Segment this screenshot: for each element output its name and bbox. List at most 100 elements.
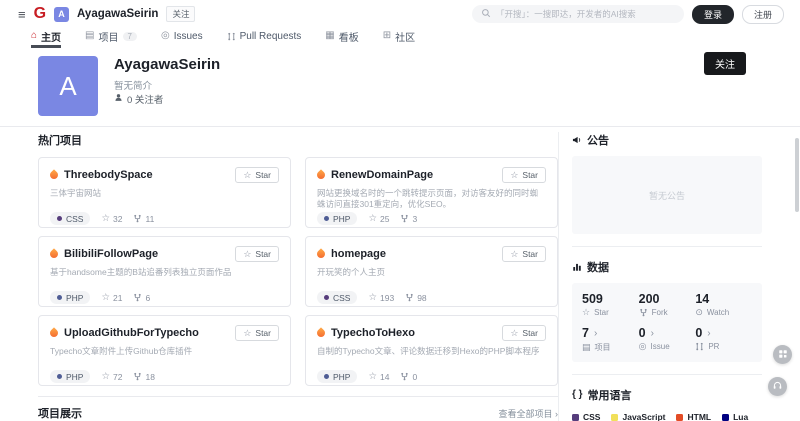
flame-icon	[315, 169, 326, 180]
project-name[interactable]: homepage	[331, 248, 496, 260]
star-button[interactable]: ☆Star	[235, 246, 279, 262]
project-card[interactable]: TypechoToHexo ☆Star 自制的Typecho文章、评论数据迁移到…	[305, 315, 558, 386]
stat-prs[interactable]: 0› PR	[695, 326, 752, 353]
follow-button[interactable]: 关注	[704, 52, 746, 75]
languages-legend: CSS JavaScript HTML Lua PHP	[572, 412, 762, 421]
star-button[interactable]: ☆Star	[235, 167, 279, 183]
tab-pull-requests[interactable]: Pull Requests	[227, 28, 302, 48]
language-badge: CSS	[317, 291, 357, 304]
profile-sidebar: 公告 暂无公告 数据 509 ☆Star 200 Fork 14 ⊙Watch	[558, 132, 762, 421]
profile-tab-bar: ⌂ 主页 ▤ 项目 7 ◎ Issues Pull Requests ▦ 看板 …	[0, 28, 800, 48]
star-icon: ☆	[243, 250, 251, 259]
project-card[interactable]: UploadGithubForTypecho ☆Star Typecho文章附件…	[38, 315, 291, 386]
project-card[interactable]: homepage ☆Star 开玩笑的个人主页 CSS ☆193 98	[305, 236, 558, 307]
language-dot	[324, 374, 329, 379]
gitee-profile-page: ≡ G A AyagawaSeirin 关注 「开搜」：一搜即达，开发者的AI搜…	[0, 0, 800, 421]
user-avatar-small[interactable]: A	[54, 7, 69, 22]
star-icon: ☆	[368, 214, 377, 224]
project-name[interactable]: RenewDomainPage	[331, 169, 496, 181]
language-dot	[324, 295, 329, 300]
star-button[interactable]: ☆Star	[235, 325, 279, 341]
star-count: ☆32	[101, 214, 122, 224]
star-icon: ☆	[101, 293, 110, 303]
project-description: Typecho文章附件上传Github仓库插件	[50, 346, 279, 367]
follow-tag[interactable]: 关注	[166, 6, 195, 22]
languages-title: { } 常用语言	[572, 387, 762, 403]
language-legend-item: Lua	[722, 412, 748, 421]
language-dot	[57, 374, 62, 379]
tab-projects[interactable]: ▤ 项目 7	[85, 28, 137, 48]
search-icon	[481, 5, 491, 23]
chevron-right-icon: ›	[594, 328, 597, 339]
project-name[interactable]: TypechoToHexo	[331, 327, 496, 339]
top-navigation-bar: ≡ G A AyagawaSeirin 关注 「开搜」：一搜即达，开发者的AI搜…	[0, 0, 800, 28]
person-icon	[114, 93, 123, 105]
star-icon: ☆	[368, 372, 377, 382]
fork-icon	[133, 214, 142, 223]
register-button[interactable]: 注册	[742, 5, 784, 24]
stat-star: 509 ☆Star	[582, 292, 639, 317]
fork-icon	[400, 214, 409, 223]
star-count: ☆72	[101, 372, 122, 382]
star-icon: ☆	[101, 214, 110, 224]
customer-service-button[interactable]	[768, 377, 787, 396]
chart-icon	[572, 262, 582, 272]
star-icon: ☆	[582, 308, 590, 317]
star-icon: ☆	[510, 171, 518, 180]
tab-board[interactable]: ▦ 看板	[325, 28, 358, 48]
project-card[interactable]: RenewDomainPage ☆Star 网站更换域名时的一个跳转提示页面，对…	[305, 157, 558, 228]
language-legend-item: CSS	[572, 412, 600, 421]
issue-icon: ◎	[639, 342, 647, 351]
fork-icon	[405, 293, 414, 302]
app-download-button[interactable]	[773, 345, 792, 364]
gitee-logo[interactable]: G	[34, 6, 46, 22]
language-swatch	[676, 414, 683, 421]
view-all-projects-link[interactable]: 查看全部项目 ›	[499, 407, 559, 420]
fork-count: 6	[133, 293, 150, 303]
menu-icon[interactable]: ≡	[18, 7, 26, 22]
stat-watch: 14 ⊙Watch	[695, 292, 752, 317]
announcement-box: 暂无公告	[572, 156, 762, 234]
flame-icon	[48, 169, 59, 180]
flame-icon	[315, 248, 326, 259]
scrollbar-thumb[interactable]	[795, 138, 799, 212]
stat-projects[interactable]: 7› ▤项目	[582, 326, 639, 353]
star-button[interactable]: ☆Star	[502, 325, 546, 341]
language-badge: PHP	[317, 212, 357, 225]
project-name[interactable]: ThreebodySpace	[64, 169, 229, 181]
projects-count-badge: 7	[123, 32, 137, 41]
stat-fork: 200 Fork	[639, 292, 696, 317]
stat-issues[interactable]: 0› ◎Issue	[639, 326, 696, 353]
star-icon: ☆	[243, 329, 251, 338]
repo-icon: ▤	[582, 343, 591, 352]
tab-issues[interactable]: ◎ Issues	[161, 28, 203, 48]
user-avatar-large[interactable]: A	[38, 56, 98, 116]
popular-projects-title: 热门项目	[38, 132, 558, 148]
login-button[interactable]: 登录	[692, 5, 734, 24]
announcement-empty-text: 暂无公告	[649, 189, 685, 202]
language-badge: PHP	[50, 291, 90, 304]
project-name[interactable]: UploadGithubForTypecho	[64, 327, 229, 339]
project-card[interactable]: BilibiliFollowPage ☆Star 基于handsome主题的B站…	[38, 236, 291, 307]
username-label[interactable]: AyagawaSeirin	[77, 8, 158, 20]
project-name[interactable]: BilibiliFollowPage	[64, 248, 229, 260]
star-icon: ☆	[243, 171, 251, 180]
star-button[interactable]: ☆Star	[502, 246, 546, 262]
tab-community[interactable]: ⊞ 社区	[383, 28, 415, 48]
star-button[interactable]: ☆Star	[502, 167, 546, 183]
language-badge: PHP	[50, 370, 90, 383]
fork-count: 98	[405, 293, 426, 303]
fork-icon	[133, 293, 142, 302]
tab-home[interactable]: ⌂ 主页	[31, 28, 61, 48]
project-card[interactable]: ThreebodySpace ☆Star 三体宇宙网站 CSS ☆32 11	[38, 157, 291, 228]
megaphone-icon	[572, 135, 582, 145]
language-badge: PHP	[317, 370, 357, 383]
popular-projects-grid: ThreebodySpace ☆Star 三体宇宙网站 CSS ☆32 11 R…	[38, 157, 558, 386]
section-divider	[38, 396, 558, 397]
flame-icon	[48, 248, 59, 259]
search-input[interactable]: 「开搜」：一搜即达，开发者的AI搜索	[472, 5, 684, 23]
followers-count[interactable]: 0 关注者	[114, 92, 163, 106]
language-dot	[57, 216, 62, 221]
board-icon: ▦	[325, 31, 334, 41]
fork-icon	[400, 372, 409, 381]
